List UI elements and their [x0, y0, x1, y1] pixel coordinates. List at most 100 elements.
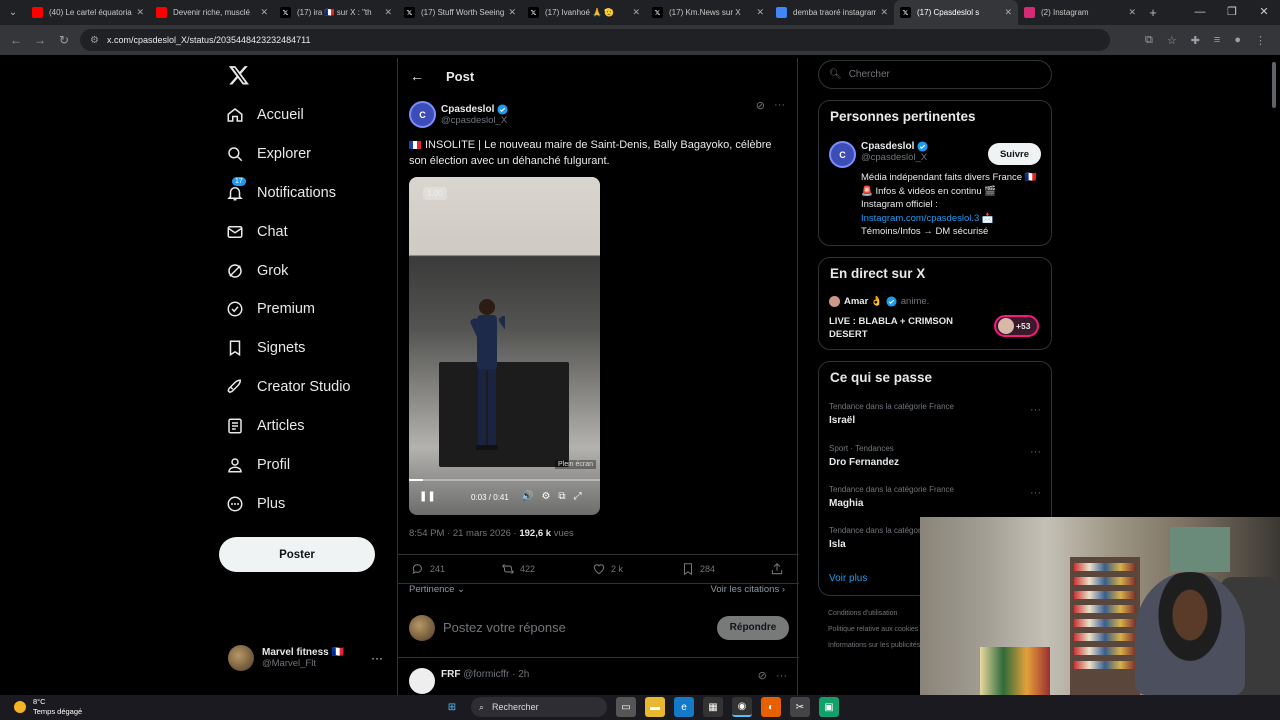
follow-button[interactable]: Suivre [988, 143, 1041, 165]
back-icon[interactable]: ← [4, 33, 28, 47]
bio-link[interactable]: Instagram.com/cpasdeslol.3 [861, 213, 979, 224]
more-icon[interactable]: ··· [1030, 404, 1041, 416]
picture-in-picture-icon[interactable]: ⧉ [558, 491, 565, 502]
browser-tab[interactable]: 𝕏 (17) Ivanhoé 🙏 🫡 ✕ [522, 0, 646, 25]
x-logo-icon[interactable] [228, 64, 250, 86]
firefox-icon[interactable]: ◐ [761, 697, 781, 717]
show-more-link[interactable]: Voir plus [829, 573, 867, 584]
browser-tab[interactable]: (2) Instagram ✕ [1018, 0, 1142, 25]
windows-start-icon[interactable]: ⊞ [442, 697, 462, 717]
more-icon[interactable]: ··· [371, 651, 383, 665]
minimize-icon[interactable]: — [1184, 0, 1216, 25]
close-tab-icon[interactable]: ✕ [136, 7, 144, 18]
browser-tab[interactable]: 𝕏 (17) ira 🇫🇷 sur X : "th ✕ [274, 0, 398, 25]
nav-item-grok[interactable]: Grok [226, 258, 288, 284]
volume-icon[interactable]: 🔊 [521, 491, 533, 502]
browser-tab[interactable]: Devenir riche, musclé ✕ [150, 0, 274, 25]
back-arrow-icon[interactable]: ← [410, 68, 424, 84]
reply-submit-button[interactable]: Répondre [717, 615, 789, 640]
media-control-icon[interactable]: ≡ [1214, 34, 1220, 46]
pause-icon[interactable]: ❚❚ [419, 491, 436, 502]
related-user-name[interactable]: Cpasdeslol [861, 141, 914, 152]
nav-item-profil[interactable]: Profil [226, 452, 290, 478]
live-stream-title[interactable]: LIVE : BLABLA + CRIMSON DESERT [829, 315, 979, 341]
close-tab-icon[interactable]: ✕ [1004, 7, 1012, 18]
nav-item-signets[interactable]: Signets [226, 335, 305, 361]
share-button[interactable] [770, 562, 789, 576]
chrome-icon[interactable]: ◉ [732, 697, 752, 717]
extensions-icon[interactable]: ✚ [1191, 34, 1200, 47]
footer-link[interactable]: Politique relative aux cookies [828, 622, 920, 638]
close-tab-icon[interactable]: ✕ [384, 7, 392, 18]
trend-item[interactable]: Sport · Tendances Dro Fernandez ··· [829, 444, 1043, 468]
trend-item[interactable]: Tendance dans la catégorie France Israël ·… [829, 402, 1043, 426]
reply-button[interactable]: 241 [411, 562, 445, 576]
bookmark-button[interactable]: 284 [681, 562, 715, 576]
close-tab-icon[interactable]: ✕ [756, 7, 764, 18]
new-tab-button[interactable]: + [1142, 5, 1164, 20]
reply-sort-dropdown[interactable]: Pertinence ⌄ [409, 584, 465, 595]
more-icon[interactable]: ··· [774, 99, 785, 112]
account-switcher[interactable]: Marvel fitness 🇫🇷 @Marvel_Flt ··· [228, 643, 388, 673]
browser-tab[interactable]: 𝕏 (17) Stuff Worth Seeing ✕ [398, 0, 522, 25]
nav-item-creator-studio[interactable]: Creator Studio [226, 374, 351, 400]
search-input[interactable]: 🔍︎ Chercher [818, 60, 1052, 89]
fullscreen-icon[interactable]: ⤢ [574, 491, 582, 502]
site-info-icon[interactable]: ⚙ [90, 35, 99, 46]
post-author[interactable]: C Cpasdeslol @cpasdeslol_X [409, 101, 508, 128]
browser-tab[interactable]: demba traoré instagram ✕ [770, 0, 894, 25]
like-button[interactable]: 2 k [592, 562, 623, 576]
playback-speed[interactable]: 1.00 [423, 187, 447, 200]
browser-menu-icon[interactable]: ⋮ [1255, 34, 1266, 47]
close-tab-icon[interactable]: ✕ [508, 7, 516, 18]
nav-item-notifications[interactable]: 17 Notifications [226, 176, 336, 206]
trend-item[interactable]: Tendance dans la catégorie France Maghia ·… [829, 485, 1043, 509]
store-icon[interactable]: ▦ [703, 697, 723, 717]
close-tab-icon[interactable]: ✕ [632, 7, 640, 18]
grok-icon[interactable]: ⊘ [756, 99, 765, 112]
install-app-icon[interactable]: ⧉ [1145, 34, 1153, 47]
nav-item-explorer[interactable]: Explorer [226, 141, 311, 167]
more-icon[interactable]: ··· [1030, 487, 1041, 499]
edge-icon[interactable]: e [674, 697, 694, 717]
taskbar-search[interactable]: ⌕ Rechercher [471, 697, 607, 717]
weather-widget[interactable]: 8°C Temps dégagé [14, 697, 82, 717]
reload-icon[interactable]: ↻ [52, 33, 76, 47]
video-player[interactable]: 1.00 Plein écran ❚❚ 0:03 / 0:41 🔊 ⚙ ⧉ ⤢ [409, 177, 600, 515]
close-tab-icon[interactable]: ✕ [260, 7, 268, 18]
author-avatar[interactable]: C [409, 101, 436, 128]
more-icon[interactable]: ··· [1030, 446, 1041, 458]
page-scrollbar[interactable] [1272, 62, 1276, 108]
nav-item-articles[interactable]: Articles [226, 413, 305, 439]
live-host[interactable]: Amar 👌 anime. [829, 296, 929, 307]
nav-item-premium[interactable]: Premium [226, 296, 315, 322]
capcut-icon[interactable]: ✂ [790, 697, 810, 717]
task-view-icon[interactable]: ▭ [616, 697, 636, 717]
post-button[interactable]: Poster [219, 537, 375, 572]
forward-icon[interactable]: → [28, 33, 52, 47]
nav-item-accueil[interactable]: Accueil [226, 102, 304, 128]
nav-item-plus[interactable]: Plus [226, 491, 285, 517]
settings-icon[interactable]: ⚙ [541, 491, 550, 502]
close-tab-icon[interactable]: ✕ [1128, 7, 1136, 18]
footer-link[interactable]: Informations sur les publicités [828, 638, 920, 654]
browser-tab[interactable]: 𝕏 (17) Km.News sur X ✕ [646, 0, 770, 25]
nav-item-chat[interactable]: Chat [226, 219, 288, 245]
address-bar[interactable]: ⚙ x.com/cpasdeslol_X/status/203544842323… [80, 29, 1110, 51]
browser-tab[interactable]: 𝕏 (17) Cpasdeslol s ✕ [894, 0, 1018, 25]
related-user[interactable]: C Cpasdeslol @cpasdeslol_X [829, 141, 928, 168]
author-name[interactable]: Cpasdeslol [441, 104, 494, 115]
repost-button[interactable]: 422 [501, 562, 535, 576]
footer-link[interactable]: Conditions d'utilisation [828, 606, 920, 622]
close-tab-icon[interactable]: ✕ [880, 7, 888, 18]
more-icon[interactable]: ⊘ ··· [758, 669, 787, 682]
browser-tab[interactable]: (40) Le cartel équatorial ✕ [26, 0, 150, 25]
quotes-link[interactable]: Voir les citations › [711, 584, 785, 595]
file-explorer-icon[interactable]: ▬ [645, 697, 665, 717]
tab-search-chevron-icon[interactable]: ⌄ [0, 0, 26, 25]
maximize-icon[interactable]: ❐ [1216, 0, 1248, 25]
reply-input[interactable]: Postez votre réponse [443, 620, 717, 635]
bookmark-star-icon[interactable]: ☆ [1167, 34, 1177, 47]
app-icon[interactable]: ▣ [819, 697, 839, 717]
live-listeners-pill[interactable]: +53 [994, 315, 1039, 337]
